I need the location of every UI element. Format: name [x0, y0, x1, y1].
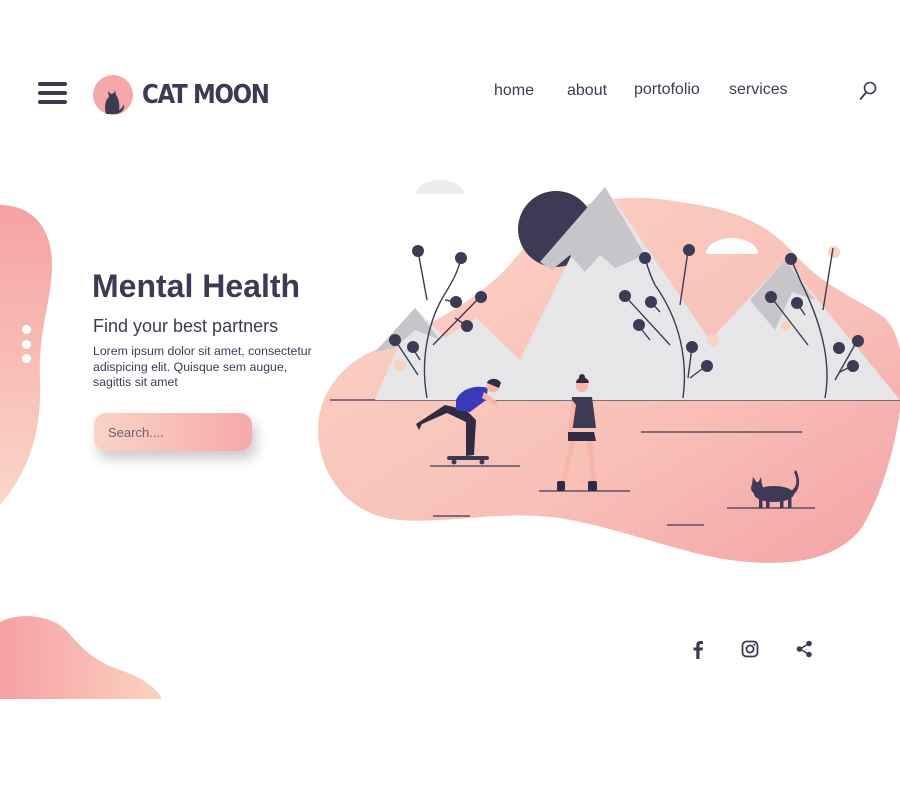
hero-illustration: [318, 180, 900, 563]
instagram-icon[interactable]: [739, 638, 761, 660]
facebook-icon[interactable]: [687, 638, 709, 660]
share-icon[interactable]: [793, 638, 815, 660]
